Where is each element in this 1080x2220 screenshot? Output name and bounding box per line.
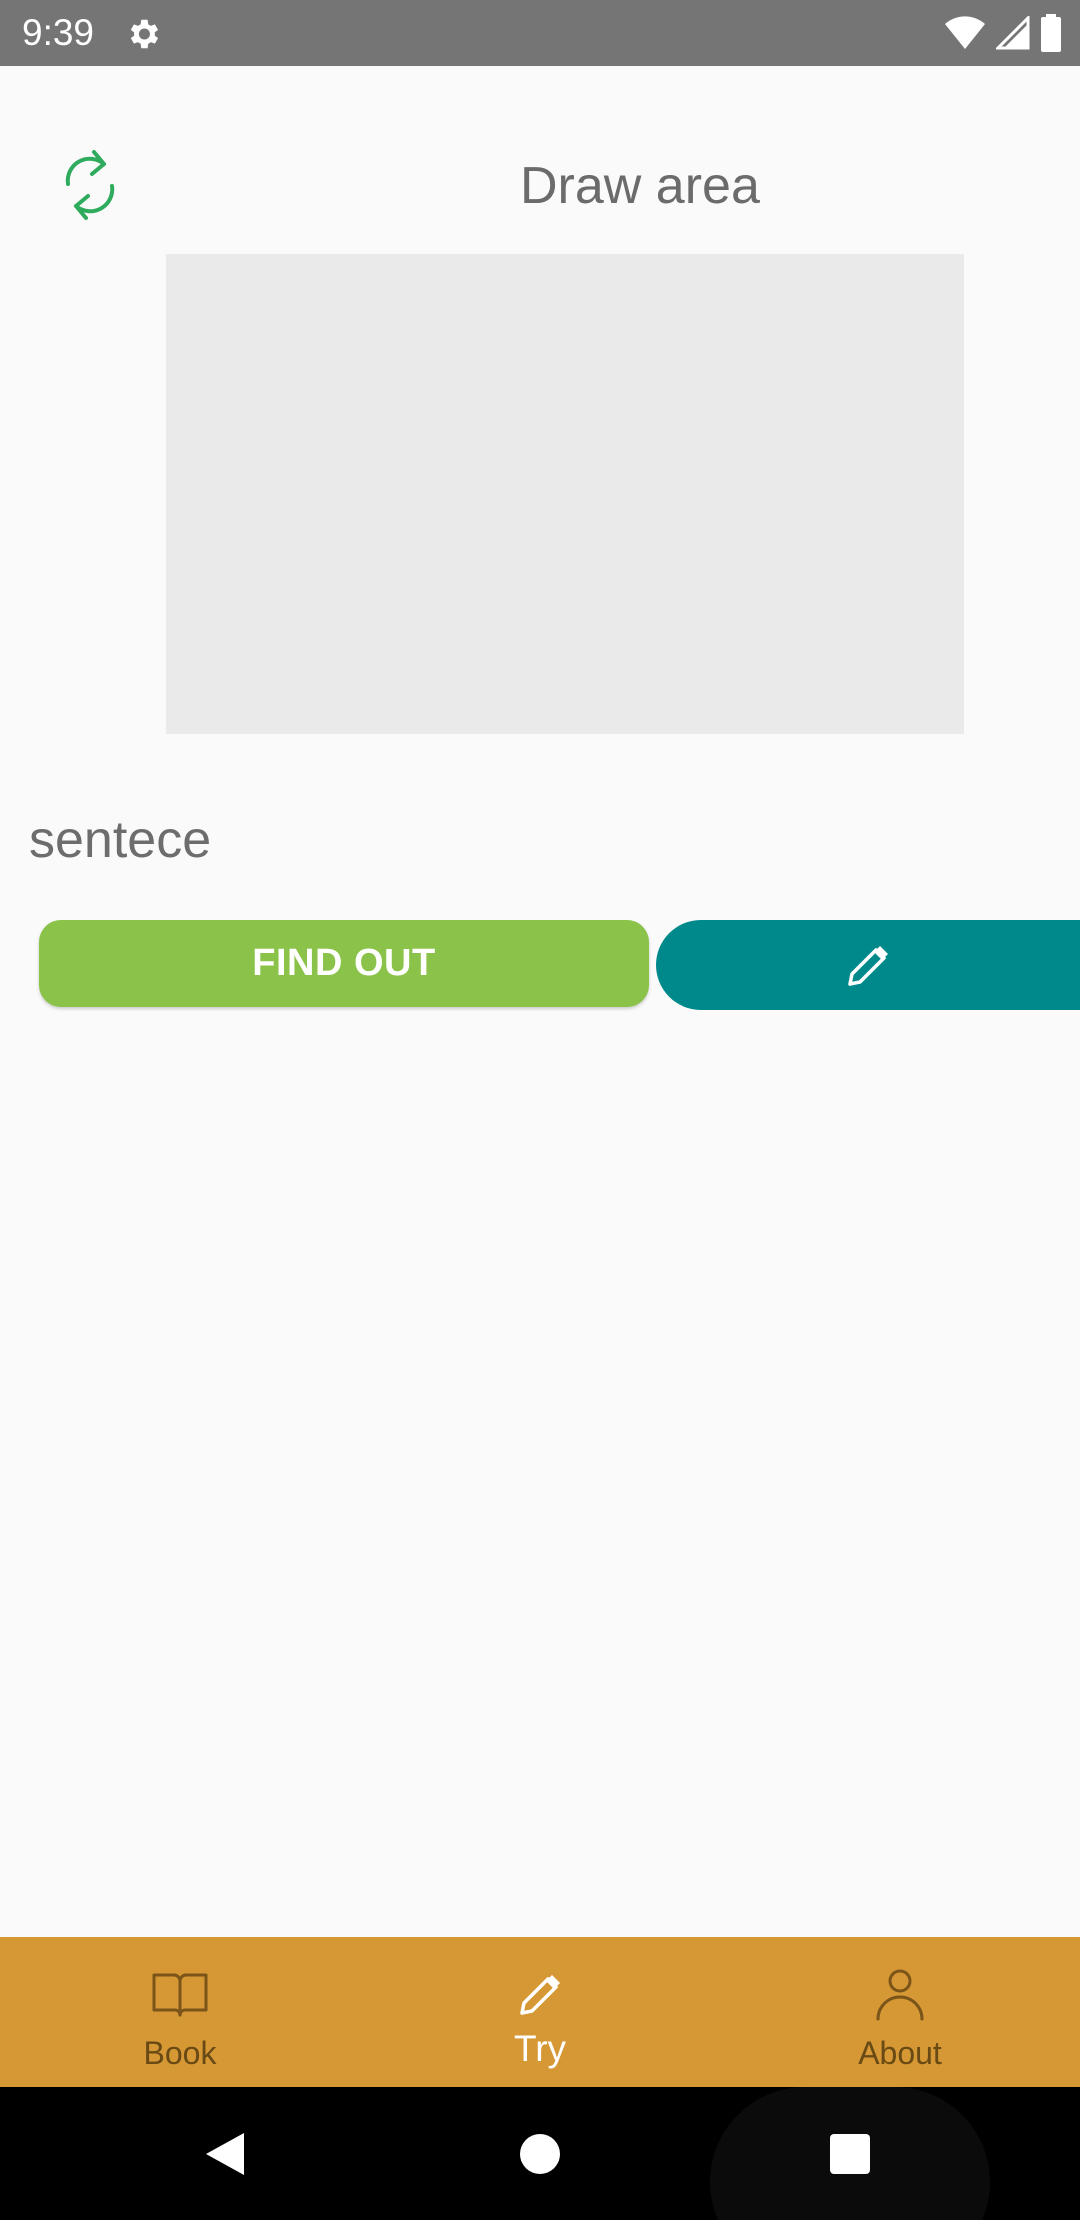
system-navigation-bar <box>0 2087 1080 2220</box>
status-icons <box>944 14 1062 52</box>
find-out-button[interactable]: FIND OUT <box>39 920 649 1007</box>
refresh-icon <box>65 150 115 220</box>
battery-icon <box>1041 14 1061 52</box>
book-icon <box>152 1973 208 2017</box>
person-icon <box>876 1969 924 2021</box>
nav-item-try[interactable]: Try <box>360 1937 720 2087</box>
recents-icon[interactable] <box>829 2133 871 2175</box>
bottom-navigation: Book Try About <box>0 1937 1080 2087</box>
home-icon[interactable] <box>519 2133 561 2175</box>
wifi-icon <box>945 16 985 49</box>
find-out-label: FIND OUT <box>252 942 436 984</box>
gear-icon <box>130 19 159 49</box>
nav-item-book[interactable]: Book <box>0 1937 360 2087</box>
edit-button[interactable] <box>656 920 1080 1010</box>
status-bar: 9:39 <box>0 0 1080 66</box>
nav-label-book: Book <box>143 2035 217 2071</box>
pencil-icon <box>848 946 888 986</box>
cellular-signal-icon <box>996 16 1030 50</box>
sentence-text: sentece <box>29 811 212 869</box>
pencil-icon <box>520 1975 560 2015</box>
nav-label-about: About <box>858 2035 942 2071</box>
nav-item-about[interactable]: About <box>720 1937 1080 2087</box>
back-icon[interactable] <box>204 2131 248 2177</box>
draw-canvas[interactable] <box>166 254 964 734</box>
status-time: 9:39 <box>22 12 95 53</box>
nav-label-try: Try <box>513 2028 567 2069</box>
page-title: Draw area <box>520 157 760 215</box>
refresh-button[interactable] <box>58 140 122 230</box>
